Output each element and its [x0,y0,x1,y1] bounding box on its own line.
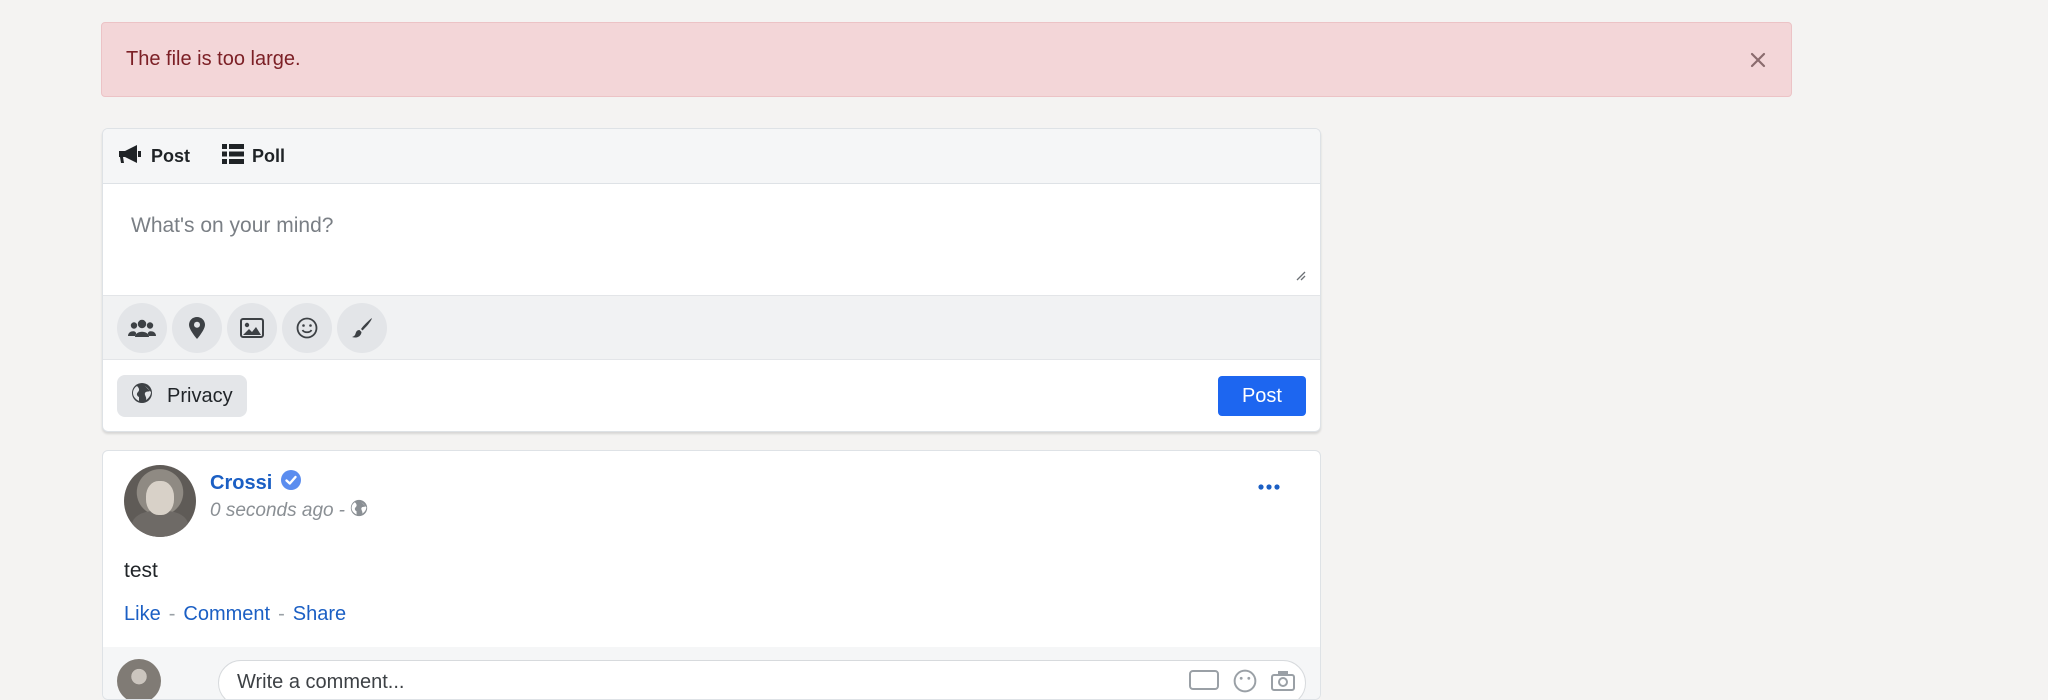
post-timestamp[interactable]: 0 seconds ago [210,500,334,522]
tab-poll-label: Poll [252,145,286,166]
location-pin-icon[interactable] [172,302,222,353]
post-body: test [124,559,158,582]
resize-grip-icon[interactable] [1294,263,1306,287]
composer-toolbar [103,295,1320,360]
error-alert: The file is too large. [101,22,1792,97]
post-textarea[interactable]: What's on your mind? [103,184,1320,295]
privacy-label: Privacy [167,384,233,407]
megaphone-icon [117,143,151,170]
post-actions: Like - Comment - Share [124,603,346,626]
comment-tools [1175,669,1295,699]
comment-avatar [117,659,161,699]
more-options-icon[interactable] [1258,477,1280,495]
post-composer: Post Poll What's on your mind? Privacy P… [102,128,1321,432]
list-icon [222,143,252,169]
post-textarea-placeholder: What's on your mind? [131,214,334,237]
avatar[interactable] [124,465,196,537]
post-submit-button[interactable]: Post [1217,376,1306,416]
post-meta: 0 seconds ago - [210,499,368,523]
users-icon[interactable] [117,302,167,353]
tab-post[interactable]: Post [117,143,190,170]
author-name[interactable]: Crossi [210,472,272,495]
share-link[interactable]: Share [293,603,346,626]
like-link[interactable]: Like [124,603,161,626]
composer-footer: Privacy Post [103,360,1320,431]
verified-badge-icon [272,469,302,497]
action-separator: - [168,603,176,625]
gif-icon[interactable] [1189,669,1219,699]
comment-link[interactable]: Comment [183,603,270,626]
close-icon[interactable] [1747,49,1769,71]
comment-placeholder: Write a comment... [237,671,405,693]
image-icon[interactable] [227,302,277,353]
meta-separator: - [338,500,345,521]
tab-poll[interactable]: Poll [222,143,286,169]
emoji-icon[interactable] [1233,669,1257,699]
paintbrush-icon[interactable] [337,302,387,353]
post-privacy-globe-icon [350,499,368,523]
action-separator: - [278,603,285,625]
feed-post: Crossi 0 seconds ago - test Like - Comme… [102,450,1321,700]
camera-icon[interactable] [1271,669,1295,699]
privacy-button[interactable]: Privacy [117,375,247,417]
smiley-icon[interactable] [282,302,332,353]
composer-tabs: Post Poll [103,129,1320,184]
comment-row: Write a comment... [103,647,1320,699]
globe-icon [131,382,167,410]
post-author[interactable]: Crossi [210,469,302,497]
alert-message: The file is too large. [126,48,301,70]
tab-post-label: Post [151,145,191,166]
comment-input[interactable]: Write a comment... [218,660,1306,699]
